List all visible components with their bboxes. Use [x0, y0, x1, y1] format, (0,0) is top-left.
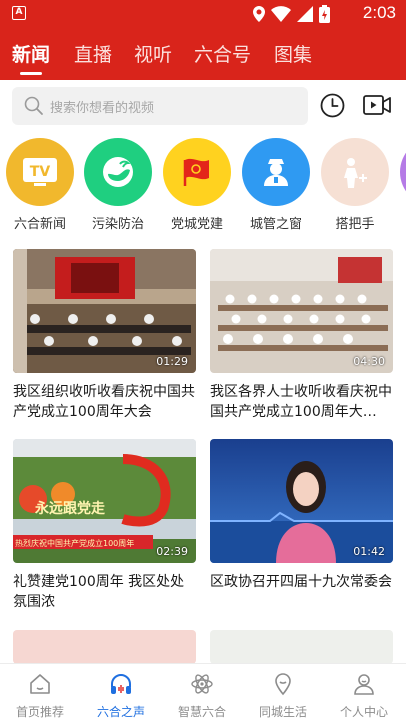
search-row: 搜索你想看的视频 — [0, 80, 406, 132]
bottom-nav-label: 智慧六合 — [177, 705, 226, 719]
video-duration: 01:42 — [353, 545, 385, 558]
video-card[interactable]: 01:29 我区组织收听收看庆祝中国共产党成立100周年大会 — [13, 249, 196, 422]
bottom-nav-label: 六合之声 — [96, 705, 145, 719]
search-placeholder: 搜索你想看的视频 — [50, 101, 155, 116]
category-label: 党城党建 — [170, 217, 223, 232]
tab-indicator — [20, 72, 42, 75]
tab-news[interactable]: 新闻 — [12, 40, 50, 67]
top-tab-bar: 新闻 直播 视听 六合号 图集 — [0, 28, 406, 80]
video-thumbnail: 01:29 — [13, 249, 196, 373]
svg-text:永远跟党走: 永远跟党走 — [34, 500, 106, 517]
video-card[interactable]: 04:30 我区各界人士收听收看庆祝中国共产党成立100周年大… — [210, 249, 393, 422]
video-camera-icon[interactable] — [363, 94, 391, 116]
video-title: 区政协召开四届十九次常委会 — [210, 574, 392, 590]
bottom-nav-label: 首页推荐 — [15, 705, 64, 719]
bottom-nav-smart[interactable]: 智慧六合 — [162, 672, 242, 720]
video-duration: 02:39 — [156, 545, 188, 558]
video-card-partial[interactable] — [13, 630, 196, 664]
category-more[interactable] — [394, 138, 406, 206]
eco-leaf-icon — [84, 138, 152, 206]
bottom-nav-profile[interactable]: 个人中心 — [324, 672, 404, 720]
app-notification-icon: A — [12, 6, 26, 20]
svg-text:热烈庆祝中国共产党成立100周年: 热烈庆祝中国共产党成立100周年 — [15, 538, 134, 548]
category-city-management[interactable]: 城管之窗 — [236, 138, 316, 232]
video-title: 我区各界人士收听收看庆祝中国共产党成立100周年大… — [210, 384, 392, 420]
bottom-nav-label: 同城生活 — [258, 705, 307, 719]
helping-hand-icon — [321, 138, 389, 206]
category-label: 污染防治 — [91, 217, 144, 232]
video-title: 礼赞建党100周年 我区处处氛围浓 — [13, 574, 185, 610]
wifi-icon — [271, 6, 291, 22]
history-clock-icon[interactable] — [320, 93, 345, 118]
user-icon — [354, 674, 374, 695]
category-label: 六合新闻 — [13, 217, 66, 232]
search-input[interactable]: 搜索你想看的视频 — [12, 87, 308, 125]
category-helping-hand[interactable]: 搭把手 — [315, 138, 395, 232]
video-duration: 01:29 — [156, 355, 188, 368]
location-icon — [253, 6, 265, 22]
video-card-partial[interactable] — [210, 630, 393, 664]
search-icon — [24, 96, 43, 115]
video-title: 我区组织收听收看庆祝中国共产党成立100周年大会 — [13, 384, 195, 420]
category-label: 城管之窗 — [249, 217, 302, 232]
bottom-nav: 首页推荐 六合之声 智慧六合 同城生活 个人中心 — [0, 663, 406, 722]
bottom-nav-home[interactable]: 首页推荐 — [0, 672, 80, 720]
bottom-nav-voice[interactable]: 六合之声 — [81, 672, 161, 720]
video-thumbnail: 01:42 — [210, 439, 393, 563]
video-duration: 04:30 — [353, 355, 385, 368]
tab-luhe-account[interactable]: 六合号 — [194, 40, 251, 67]
status-time: 2:03 — [362, 3, 396, 22]
battery-charging-icon — [319, 5, 330, 23]
officer-icon — [242, 138, 310, 206]
signal-icon — [297, 6, 313, 22]
category-party-building[interactable]: 党城党建 — [157, 138, 237, 232]
home-icon — [30, 674, 50, 694]
atom-icon — [191, 674, 213, 694]
bottom-nav-label: 个人中心 — [339, 705, 388, 719]
party-flag-icon — [163, 138, 231, 206]
tv-icon: TV — [6, 138, 74, 206]
category-luhe-news[interactable]: TV 六合新闻 — [0, 138, 80, 232]
bottom-nav-local-life[interactable]: 同城生活 — [243, 672, 323, 720]
tab-audio-video[interactable]: 视听 — [134, 40, 172, 67]
category-label: 搭把手 — [335, 217, 375, 232]
video-thumbnail: 永远跟党走 热烈庆祝中国共产党成立100周年 02:39 — [13, 439, 196, 563]
tab-gallery[interactable]: 图集 — [274, 40, 312, 67]
status-bar: A 2:03 — [0, 0, 406, 28]
video-card[interactable]: 01:42 区政协召开四届十九次常委会 — [210, 439, 393, 612]
headphones-icon — [111, 674, 131, 694]
category-pollution[interactable]: 污染防治 — [78, 138, 158, 232]
location-pin-icon — [275, 673, 291, 696]
svg-text:TV: TV — [30, 164, 51, 180]
video-card[interactable]: 永远跟党走 热烈庆祝中国共产党成立100周年 02:39 礼赞建党100周年 我… — [13, 439, 196, 612]
category-row: TV 六合新闻 污染防治 党城党建 城管之窗 搭把手 — [0, 138, 406, 234]
video-thumbnail: 04:30 — [210, 249, 393, 373]
tab-live[interactable]: 直播 — [74, 40, 112, 67]
